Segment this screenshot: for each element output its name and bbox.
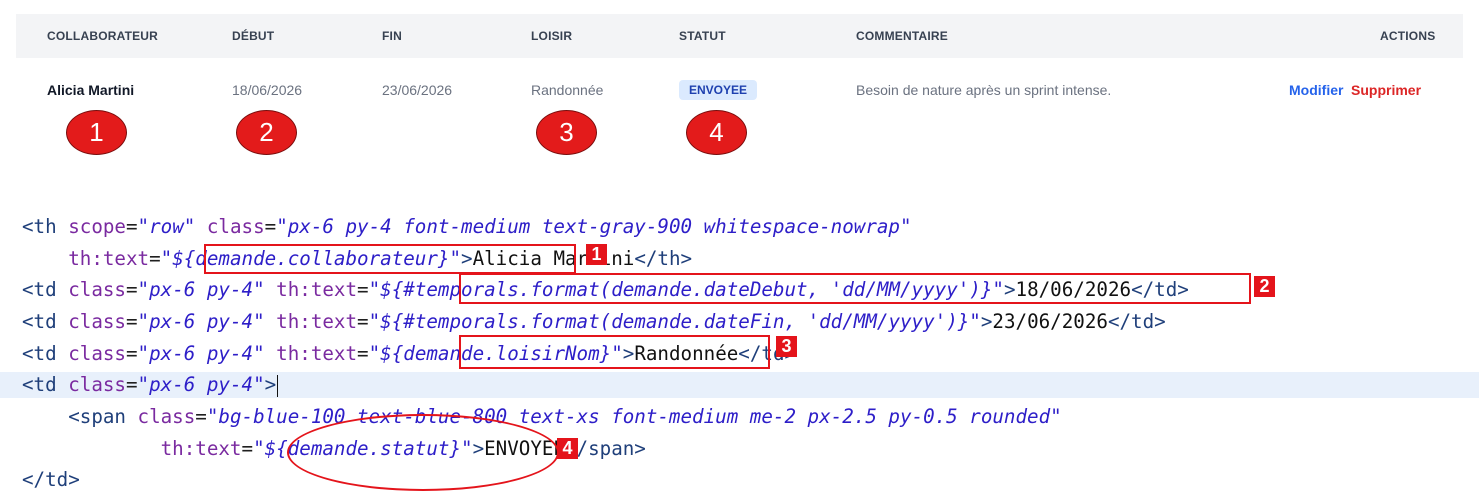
code-token: <td xyxy=(22,373,69,396)
code-token: class xyxy=(195,215,265,238)
code-token: "px-6 py-4" xyxy=(137,373,265,396)
code-token: th:text xyxy=(264,310,358,333)
highlight-number-3: 3 xyxy=(776,336,797,357)
highlight-box-2 xyxy=(459,273,1251,304)
header-commentaire: COMMENTAIRE xyxy=(856,29,948,43)
code-editor: <th scope="row" class="px-6 py-4 font-me… xyxy=(0,208,1479,496)
highlight-number-2: 2 xyxy=(1254,276,1275,297)
code-line-9: </td> xyxy=(22,467,80,493)
code-token: 23/06/2026 xyxy=(992,310,1108,333)
code-token: class xyxy=(68,373,126,396)
code-line-7: <span class="bg-blue-100 text-blue-800 t… xyxy=(68,405,1062,428)
marker-3: 3 xyxy=(536,110,597,155)
header-statut: STATUT xyxy=(679,29,726,43)
marker-1: 1 xyxy=(66,110,127,155)
code-token: th:text xyxy=(68,247,150,270)
marker-2: 2 xyxy=(236,110,297,155)
status-badge: ENVOYEE xyxy=(679,80,758,100)
code-token: </td> xyxy=(1107,310,1166,333)
supprimer-link[interactable]: Supprimer xyxy=(1351,82,1421,98)
header-fin: FIN xyxy=(382,29,402,43)
header-loisir: LOISIR xyxy=(531,29,573,43)
code-token: </td> xyxy=(22,468,80,491)
code-line-4: <td class="px-6 py-4" th:text="${#tempor… xyxy=(22,310,1166,333)
code-token: > xyxy=(980,310,993,333)
code-line-6-active[interactable]: <td class="px-6 py-4"> xyxy=(0,372,1479,398)
code-token: class xyxy=(68,278,126,301)
marker-4: 4 xyxy=(686,110,747,155)
highlight-number-4: 4 xyxy=(557,438,578,459)
highlight-box-3 xyxy=(459,335,770,369)
header-debut: DÉBUT xyxy=(232,29,275,43)
cell-fin: 23/06/2026 xyxy=(382,82,453,98)
cell-debut: 18/06/2026 xyxy=(232,82,303,98)
highlight-ellipse-4 xyxy=(287,414,559,491)
code-token: <th xyxy=(22,215,69,238)
highlight-number-1: 1 xyxy=(586,244,607,265)
code-token: class xyxy=(68,342,126,365)
cell-collaborateur: Alicia Martini xyxy=(47,82,135,98)
header-collaborateur: COLLABORATEUR xyxy=(47,29,159,43)
code-token: "px-6 py-4" xyxy=(137,342,265,365)
code-token: </th> xyxy=(634,247,693,270)
code-token: "px-6 py-4" xyxy=(137,278,265,301)
code-token: "px-6 py-4" xyxy=(137,310,265,333)
code-token: scope xyxy=(68,215,126,238)
code-token: "px-6 py-4 font-medium text-gray-900 whi… xyxy=(276,215,912,238)
code-token: th:text xyxy=(264,342,358,365)
cell-loisir: Randonnée xyxy=(531,82,604,98)
code-token: > xyxy=(264,373,277,396)
modifier-link[interactable]: Modifier xyxy=(1289,82,1343,98)
code-token: "${#temporals.format(demande.dateFin, 'd… xyxy=(368,310,981,333)
code-token: <td xyxy=(22,342,69,365)
cell-commentaire: Besoin de nature après un sprint intense… xyxy=(856,82,1112,98)
code-token: th:text xyxy=(160,437,242,460)
text-cursor xyxy=(277,374,279,397)
header-actions: ACTIONS xyxy=(1380,29,1436,43)
code-token: class xyxy=(137,405,196,428)
code-token: <td xyxy=(22,278,69,301)
code-token: th:text xyxy=(264,278,358,301)
code-token: <span xyxy=(68,405,138,428)
code-token: "row" xyxy=(137,215,196,238)
code-token: <td xyxy=(22,310,69,333)
code-token: class xyxy=(68,310,126,333)
code-line-1: <th scope="row" class="px-6 py-4 font-me… xyxy=(22,215,912,238)
highlight-box-1 xyxy=(204,244,576,274)
